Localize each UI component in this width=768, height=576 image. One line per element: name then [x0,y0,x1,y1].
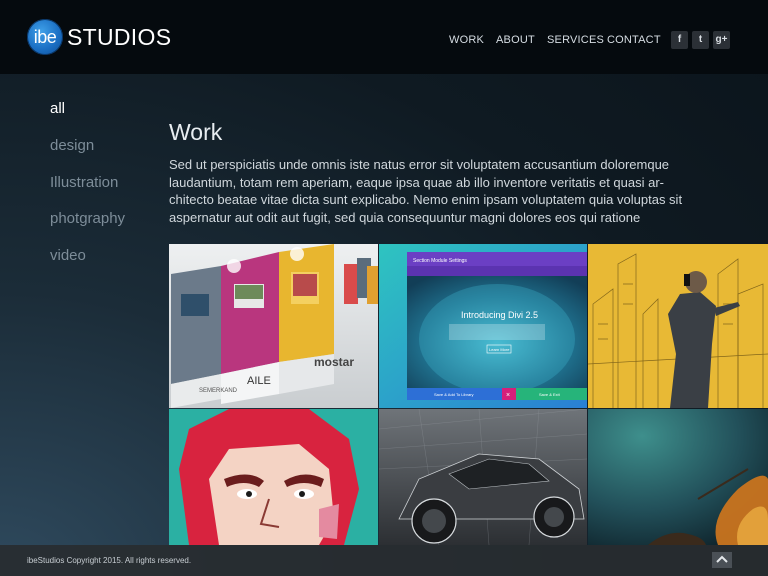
copyright-text: ibeStudios Copyright 2015. All rights re… [27,556,192,565]
leaf-image [588,409,768,545]
nav-item-work[interactable]: WORK [449,34,484,46]
intro-paragraph: Sed ut perspiciatis unde omnis iste natu… [169,157,683,225]
logo-mark: ibe [27,19,63,55]
divi-headline: Introducing Divi 2.5 [461,310,538,320]
sketch-image [588,244,768,408]
google-plus-icon[interactable]: g+ [713,31,730,49]
divi-modal-title: Section Module Settings [413,258,467,264]
divi-save-exit: Save & Exit [539,392,561,397]
portfolio-item-brochure[interactable]: SEMERKAND AILE mostar [169,244,378,408]
divi-learn-more: Learn More [489,347,510,352]
filter-design[interactable]: design [50,137,94,154]
divi-save-library: Save & Add To Library [434,392,474,397]
brochure-image: SEMERKAND AILE mostar [169,244,378,408]
divi-screenshot: Section Module Settings Introducing Divi… [379,244,587,408]
page-title: Work [169,119,223,145]
filter-video[interactable]: video [50,247,86,264]
facebook-icon[interactable]: f [671,31,688,49]
portfolio-item-divi[interactable]: Section Module Settings Introducing Divi… [379,244,587,408]
portrait-image [169,409,378,545]
portfolio-item-car[interactable] [379,409,587,545]
nav-item-contact[interactable]: CONTACT [607,34,661,46]
portfolio-item-sketch[interactable] [588,244,768,408]
site-footer: ibeStudios Copyright 2015. All rights re… [0,545,768,576]
site-logo[interactable]: ibe STUDIOS [27,19,171,55]
car-image [379,409,587,545]
portfolio-item-leaf[interactable] [588,409,768,545]
portfolio-item-portrait[interactable] [169,409,378,545]
nav-item-about[interactable]: ABOUT [496,34,535,46]
brochure-label-2: AILE [247,375,271,387]
nav-item-services[interactable]: SERVICES [547,34,604,46]
brochure-label-3: mostar [314,355,354,369]
twitter-icon[interactable]: t [692,31,709,49]
filter-all[interactable]: all [50,100,65,117]
site-header: ibe STUDIOS WORK ABOUT SERVICES CONTACT … [0,0,768,74]
logo-text: STUDIOS [67,23,172,50]
filter-illustration[interactable]: Illustration [50,174,118,191]
scroll-top-button[interactable] [712,552,732,568]
brochure-label-1: SEMERKAND [199,388,238,394]
chevron-up-icon [716,555,728,563]
divi-close-icon: × [506,392,510,399]
filter-photography[interactable]: photgraphy [50,210,125,227]
